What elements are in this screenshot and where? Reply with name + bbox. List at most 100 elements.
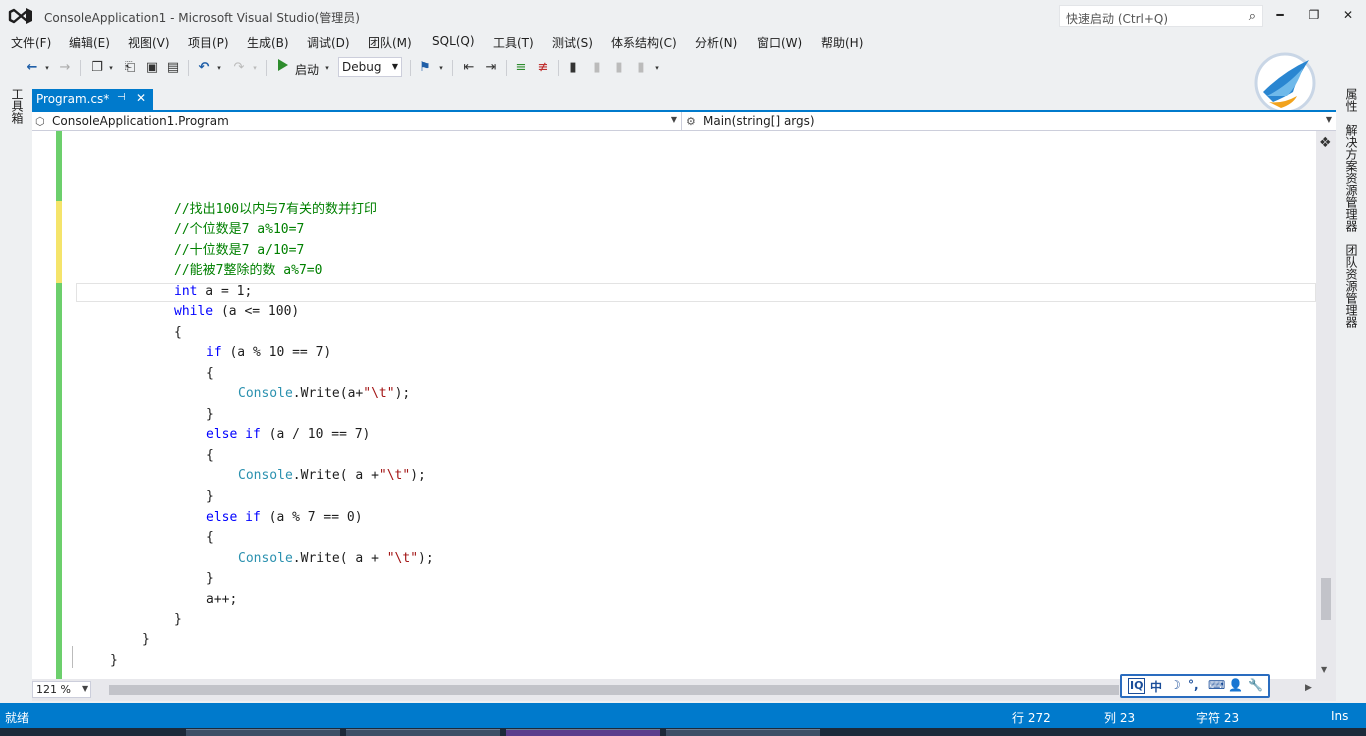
taskbar-button[interactable] xyxy=(346,729,500,736)
toolbar-overflow-icon[interactable]: ▾ xyxy=(652,58,662,78)
decrease-indent-icon[interactable]: ⇤ xyxy=(460,58,478,78)
bookmark-icon[interactable]: ▮ xyxy=(566,58,580,78)
toolbox-tab[interactable]: 工具箱 xyxy=(8,88,26,124)
ime-user-icon[interactable]: 👤 xyxy=(1228,678,1243,692)
input-method-toolbar: IQ 中 ☽ °, ⌨ 👤 🔧 xyxy=(1120,674,1270,698)
split-window-icon[interactable]: ❖ xyxy=(1319,135,1332,151)
comment-lines-icon[interactable]: ≡ xyxy=(512,58,530,78)
toolbar-separator xyxy=(266,60,267,76)
ime-logo-icon[interactable]: IQ xyxy=(1128,678,1146,694)
code-line: { xyxy=(206,530,214,545)
bird-logo-icon xyxy=(1254,52,1316,114)
start-debugging-icon[interactable] xyxy=(278,59,288,71)
open-file-icon[interactable]: ⎗ xyxy=(121,58,139,78)
save-icon[interactable]: ▣ xyxy=(143,58,161,78)
team-explorer-tab[interactable]: 团队资源管理器 xyxy=(1342,244,1360,328)
horizontal-scroll-thumb[interactable] xyxy=(109,685,1119,695)
quick-launch-input[interactable]: 快速启动 (Ctrl+Q) ⌕ xyxy=(1059,5,1263,27)
previous-bookmark-icon[interactable]: ▮ xyxy=(588,58,606,78)
scroll-right-icon[interactable]: ▶ xyxy=(1305,683,1312,693)
taskbar-button[interactable] xyxy=(506,729,660,736)
tab-program-cs[interactable]: Program.cs* ⊣ ✕ xyxy=(32,89,153,110)
vertical-scrollbar[interactable]: ❖ ▼ xyxy=(1316,131,1336,679)
pin-icon[interactable]: ⊣ xyxy=(117,92,126,103)
code-editor[interactable]: //找出100以内与7有关的数并打印 //个位数是7 a%10=7 //十位数是… xyxy=(32,131,1316,679)
menu-team[interactable]: 团队(M) xyxy=(368,34,412,51)
next-bookmark-icon[interactable]: ▮ xyxy=(610,58,628,78)
toolbar-separator xyxy=(558,60,559,76)
restore-button[interactable]: ❐ xyxy=(1304,6,1324,24)
menu-build[interactable]: 生成(B) xyxy=(247,34,289,51)
taskbar-button[interactable] xyxy=(666,729,820,736)
scroll-down-icon[interactable]: ▼ xyxy=(1321,665,1327,674)
code-text: .Write(a+ xyxy=(292,386,364,401)
menu-edit[interactable]: 编辑(E) xyxy=(69,34,110,51)
undo-icon[interactable]: ↶ xyxy=(195,58,213,78)
string-literal: "\t" xyxy=(363,386,395,401)
status-ready: 就绪 xyxy=(5,711,30,725)
start-dropdown-icon[interactable]: ▾ xyxy=(322,58,332,78)
code-line: } xyxy=(142,632,150,647)
menu-project[interactable]: 项目(P) xyxy=(188,34,229,51)
type-name: Console xyxy=(238,468,293,483)
properties-tab[interactable]: 属性 xyxy=(1342,88,1360,112)
menu-sql[interactable]: SQL(Q) xyxy=(432,34,475,48)
clear-bookmarks-icon[interactable]: ▮ xyxy=(632,58,650,78)
code-text: (a % 7 == 0) xyxy=(260,510,363,525)
close-tab-icon[interactable]: ✕ xyxy=(136,91,146,105)
code-line: int a = 1; xyxy=(174,282,252,302)
find-dropdown-icon[interactable]: ▾ xyxy=(436,58,446,78)
forward-icon[interactable]: → xyxy=(56,58,74,78)
start-debugging-button[interactable]: 启动 xyxy=(295,61,319,78)
toolbar-separator xyxy=(410,60,411,76)
keyword: if xyxy=(206,345,222,360)
ime-keyboard-icon[interactable]: ⌨ xyxy=(1208,678,1225,692)
menu-file[interactable]: 文件(F) xyxy=(11,34,51,51)
type-name: Console xyxy=(238,551,293,566)
code-line: if (a % 10 == 7) xyxy=(206,343,331,363)
code-line: { xyxy=(206,366,214,381)
minimize-button[interactable]: ━ xyxy=(1270,6,1290,24)
menu-tools[interactable]: 工具(T) xyxy=(493,34,534,51)
back-dropdown-icon[interactable]: ▾ xyxy=(42,58,52,78)
code-line: else if (a / 10 == 7) xyxy=(206,425,370,445)
search-icon[interactable]: ⌕ xyxy=(1249,9,1256,24)
menu-architecture[interactable]: 体系结构(C) xyxy=(611,34,677,51)
find-in-files-icon[interactable]: ⚑ xyxy=(416,58,434,78)
menu-debug[interactable]: 调试(D) xyxy=(307,34,350,51)
status-character: 字符 23 xyxy=(1196,711,1240,725)
chevron-down-icon: ▼ xyxy=(1325,115,1332,124)
menu-analyze[interactable]: 分析(N) xyxy=(695,34,737,51)
type-dropdown[interactable]: ⬡ ConsoleApplication1.Program ▼ xyxy=(32,112,682,131)
taskbar-button[interactable] xyxy=(186,729,340,736)
increase-indent-icon[interactable]: ⇥ xyxy=(482,58,500,78)
back-icon[interactable]: ← xyxy=(22,58,42,78)
new-dropdown-icon[interactable]: ▾ xyxy=(106,58,116,78)
menu-test[interactable]: 测试(S) xyxy=(552,34,593,51)
saved-change-mark xyxy=(56,283,62,679)
chevron-down-icon: ▼ xyxy=(82,684,89,693)
vertical-scroll-thumb[interactable] xyxy=(1321,578,1331,620)
solution-configuration-select[interactable]: Debug ▼ xyxy=(338,57,402,77)
ime-punctuation-icon[interactable]: °, xyxy=(1188,678,1199,692)
ime-halfwidth-icon[interactable]: ☽ xyxy=(1170,678,1181,692)
save-all-icon[interactable]: ▤ xyxy=(164,58,182,78)
solution-explorer-tab[interactable]: 解决方案资源管理器 xyxy=(1342,124,1360,232)
redo-dropdown-icon[interactable]: ▾ xyxy=(250,58,260,78)
status-column: 列 23 xyxy=(1104,711,1136,725)
menu-help[interactable]: 帮助(H) xyxy=(821,34,863,51)
close-window-button[interactable]: ✕ xyxy=(1338,6,1358,24)
menu-bar: 文件(F) 编辑(E) 视图(V) 项目(P) 生成(B) 调试(D) 团队(M… xyxy=(0,32,1366,52)
new-project-icon[interactable]: ❐ xyxy=(88,58,106,78)
redo-icon[interactable]: ↷ xyxy=(230,58,248,78)
ime-chinese-mode-button[interactable]: 中 xyxy=(1150,678,1162,695)
menu-view[interactable]: 视图(V) xyxy=(128,34,170,51)
menu-window[interactable]: 窗口(W) xyxy=(757,34,802,51)
code-line-comment: //找出100以内与7有关的数并打印 xyxy=(174,202,377,217)
uncomment-lines-icon[interactable]: ≢ xyxy=(534,58,552,78)
member-dropdown[interactable]: ⚙ Main(string[] args) ▼ xyxy=(683,112,1336,131)
ime-settings-icon[interactable]: 🔧 xyxy=(1248,678,1263,692)
status-bar: 就绪 行 272 列 23 字符 23 Ins xyxy=(0,703,1366,728)
visual-studio-logo-icon xyxy=(8,8,32,24)
undo-dropdown-icon[interactable]: ▾ xyxy=(214,58,224,78)
